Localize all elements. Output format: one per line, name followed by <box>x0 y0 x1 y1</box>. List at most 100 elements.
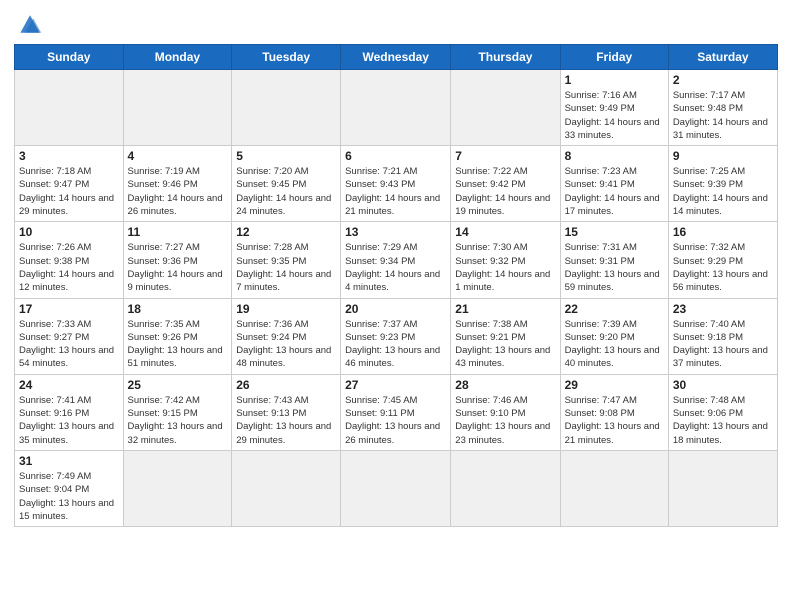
calendar-cell <box>560 450 668 526</box>
calendar-cell: 28 Sunrise: 7:46 AM Sunset: 9:10 PM Dayli… <box>451 374 560 450</box>
day-number: 9 <box>673 149 773 163</box>
calendar-cell: 17 Sunrise: 7:33 AM Sunset: 9:27 PM Dayli… <box>15 298 124 374</box>
page: SundayMondayTuesdayWednesdayThursdayFrid… <box>0 0 792 612</box>
calendar-cell: 5 Sunrise: 7:20 AM Sunset: 9:45 PM Daylig… <box>232 146 341 222</box>
calendar-cell: 31 Sunrise: 7:49 AM Sunset: 9:04 PM Dayli… <box>15 450 124 526</box>
day-number: 4 <box>128 149 228 163</box>
calendar-cell: 6Sunrise: 7:21 AM Sunset: 9:43 PM Daylig… <box>341 146 451 222</box>
calendar-cell: 29 Sunrise: 7:47 AM Sunset: 9:08 PM Dayli… <box>560 374 668 450</box>
logo <box>14 10 50 38</box>
calendar-cell: 14 Sunrise: 7:30 AM Sunset: 9:32 PM Dayli… <box>451 222 560 298</box>
calendar-cell: 4Sunrise: 7:19 AM Sunset: 9:46 PM Daylig… <box>123 146 232 222</box>
weekday-sunday: Sunday <box>15 45 124 70</box>
calendar-cell: 20 Sunrise: 7:37 AM Sunset: 9:23 PM Dayli… <box>341 298 451 374</box>
day-number: 29 <box>565 378 664 392</box>
calendar-cell: 9Sunrise: 7:25 AM Sunset: 9:39 PM Daylig… <box>668 146 777 222</box>
day-info: Sunrise: 7:47 AM Sunset: 9:08 PM Dayligh… <box>565 394 664 447</box>
day-info: Sunrise: 7:36 AM Sunset: 9:24 PM Dayligh… <box>236 318 336 371</box>
day-number: 31 <box>19 454 119 468</box>
weekday-monday: Monday <box>123 45 232 70</box>
calendar-cell <box>341 70 451 146</box>
weekday-tuesday: Tuesday <box>232 45 341 70</box>
calendar-cell <box>451 70 560 146</box>
day-info: Sunrise: 7:32 AM Sunset: 9:29 PM Dayligh… <box>673 241 773 294</box>
day-number: 22 <box>565 302 664 316</box>
day-info: Sunrise: 7:45 AM Sunset: 9:11 PM Dayligh… <box>345 394 446 447</box>
calendar-cell: 15 Sunrise: 7:31 AM Sunset: 9:31 PM Dayli… <box>560 222 668 298</box>
day-info: Sunrise: 7:35 AM Sunset: 9:26 PM Dayligh… <box>128 318 228 371</box>
week-row-5: 24 Sunrise: 7:41 AM Sunset: 9:16 PM Dayli… <box>15 374 778 450</box>
day-info: Sunrise: 7:28 AM Sunset: 9:35 PM Dayligh… <box>236 241 336 294</box>
day-number: 30 <box>673 378 773 392</box>
day-number: 5 <box>236 149 336 163</box>
calendar-cell: 13Sunrise: 7:29 AM Sunset: 9:34 PM Dayli… <box>341 222 451 298</box>
calendar-cell: 27 Sunrise: 7:45 AM Sunset: 9:11 PM Dayli… <box>341 374 451 450</box>
calendar-cell: 10 Sunrise: 7:26 AM Sunset: 9:38 PM Dayli… <box>15 222 124 298</box>
day-number: 15 <box>565 225 664 239</box>
day-number: 24 <box>19 378 119 392</box>
day-number: 13 <box>345 225 446 239</box>
header <box>14 10 778 38</box>
day-info: Sunrise: 7:21 AM Sunset: 9:43 PM Dayligh… <box>345 165 446 218</box>
day-info: Sunrise: 7:46 AM Sunset: 9:10 PM Dayligh… <box>455 394 555 447</box>
day-info: Sunrise: 7:42 AM Sunset: 9:15 PM Dayligh… <box>128 394 228 447</box>
day-number: 3 <box>19 149 119 163</box>
day-info: Sunrise: 7:23 AM Sunset: 9:41 PM Dayligh… <box>565 165 664 218</box>
day-info: Sunrise: 7:18 AM Sunset: 9:47 PM Dayligh… <box>19 165 119 218</box>
day-number: 28 <box>455 378 555 392</box>
calendar-cell: 24 Sunrise: 7:41 AM Sunset: 9:16 PM Dayli… <box>15 374 124 450</box>
day-number: 25 <box>128 378 228 392</box>
calendar-cell <box>232 450 341 526</box>
day-info: Sunrise: 7:33 AM Sunset: 9:27 PM Dayligh… <box>19 318 119 371</box>
weekday-thursday: Thursday <box>451 45 560 70</box>
day-info: Sunrise: 7:20 AM Sunset: 9:45 PM Dayligh… <box>236 165 336 218</box>
day-info: Sunrise: 7:30 AM Sunset: 9:32 PM Dayligh… <box>455 241 555 294</box>
day-info: Sunrise: 7:22 AM Sunset: 9:42 PM Dayligh… <box>455 165 555 218</box>
calendar-cell <box>15 70 124 146</box>
day-number: 17 <box>19 302 119 316</box>
day-number: 18 <box>128 302 228 316</box>
weekday-friday: Friday <box>560 45 668 70</box>
calendar-cell: 12 Sunrise: 7:28 AM Sunset: 9:35 PM Dayli… <box>232 222 341 298</box>
week-row-1: 1 Sunrise: 7:16 AM Sunset: 9:49 PM Daylig… <box>15 70 778 146</box>
day-number: 1 <box>565 73 664 87</box>
calendar: SundayMondayTuesdayWednesdayThursdayFrid… <box>14 44 778 527</box>
calendar-cell: 21 Sunrise: 7:38 AM Sunset: 9:21 PM Dayli… <box>451 298 560 374</box>
weekday-saturday: Saturday <box>668 45 777 70</box>
day-info: Sunrise: 7:31 AM Sunset: 9:31 PM Dayligh… <box>565 241 664 294</box>
day-number: 19 <box>236 302 336 316</box>
week-row-4: 17 Sunrise: 7:33 AM Sunset: 9:27 PM Dayli… <box>15 298 778 374</box>
day-number: 14 <box>455 225 555 239</box>
day-number: 16 <box>673 225 773 239</box>
day-info: Sunrise: 7:37 AM Sunset: 9:23 PM Dayligh… <box>345 318 446 371</box>
day-info: Sunrise: 7:26 AM Sunset: 9:38 PM Dayligh… <box>19 241 119 294</box>
day-info: Sunrise: 7:49 AM Sunset: 9:04 PM Dayligh… <box>19 470 119 523</box>
calendar-cell: 11 Sunrise: 7:27 AM Sunset: 9:36 PM Dayli… <box>123 222 232 298</box>
calendar-cell: 25 Sunrise: 7:42 AM Sunset: 9:15 PM Dayli… <box>123 374 232 450</box>
day-info: Sunrise: 7:41 AM Sunset: 9:16 PM Dayligh… <box>19 394 119 447</box>
day-number: 26 <box>236 378 336 392</box>
day-number: 27 <box>345 378 446 392</box>
calendar-cell: 26 Sunrise: 7:43 AM Sunset: 9:13 PM Dayli… <box>232 374 341 450</box>
day-number: 8 <box>565 149 664 163</box>
day-number: 10 <box>19 225 119 239</box>
calendar-cell <box>123 450 232 526</box>
weekday-wednesday: Wednesday <box>341 45 451 70</box>
calendar-cell <box>341 450 451 526</box>
calendar-cell <box>232 70 341 146</box>
day-info: Sunrise: 7:43 AM Sunset: 9:13 PM Dayligh… <box>236 394 336 447</box>
day-number: 11 <box>128 225 228 239</box>
day-info: Sunrise: 7:48 AM Sunset: 9:06 PM Dayligh… <box>673 394 773 447</box>
day-number: 23 <box>673 302 773 316</box>
day-info: Sunrise: 7:40 AM Sunset: 9:18 PM Dayligh… <box>673 318 773 371</box>
day-info: Sunrise: 7:16 AM Sunset: 9:49 PM Dayligh… <box>565 89 664 142</box>
calendar-cell: 18 Sunrise: 7:35 AM Sunset: 9:26 PM Dayli… <box>123 298 232 374</box>
calendar-cell <box>668 450 777 526</box>
day-number: 20 <box>345 302 446 316</box>
calendar-cell: 2Sunrise: 7:17 AM Sunset: 9:48 PM Daylig… <box>668 70 777 146</box>
week-row-3: 10 Sunrise: 7:26 AM Sunset: 9:38 PM Dayli… <box>15 222 778 298</box>
day-info: Sunrise: 7:38 AM Sunset: 9:21 PM Dayligh… <box>455 318 555 371</box>
day-number: 12 <box>236 225 336 239</box>
day-number: 21 <box>455 302 555 316</box>
day-info: Sunrise: 7:27 AM Sunset: 9:36 PM Dayligh… <box>128 241 228 294</box>
